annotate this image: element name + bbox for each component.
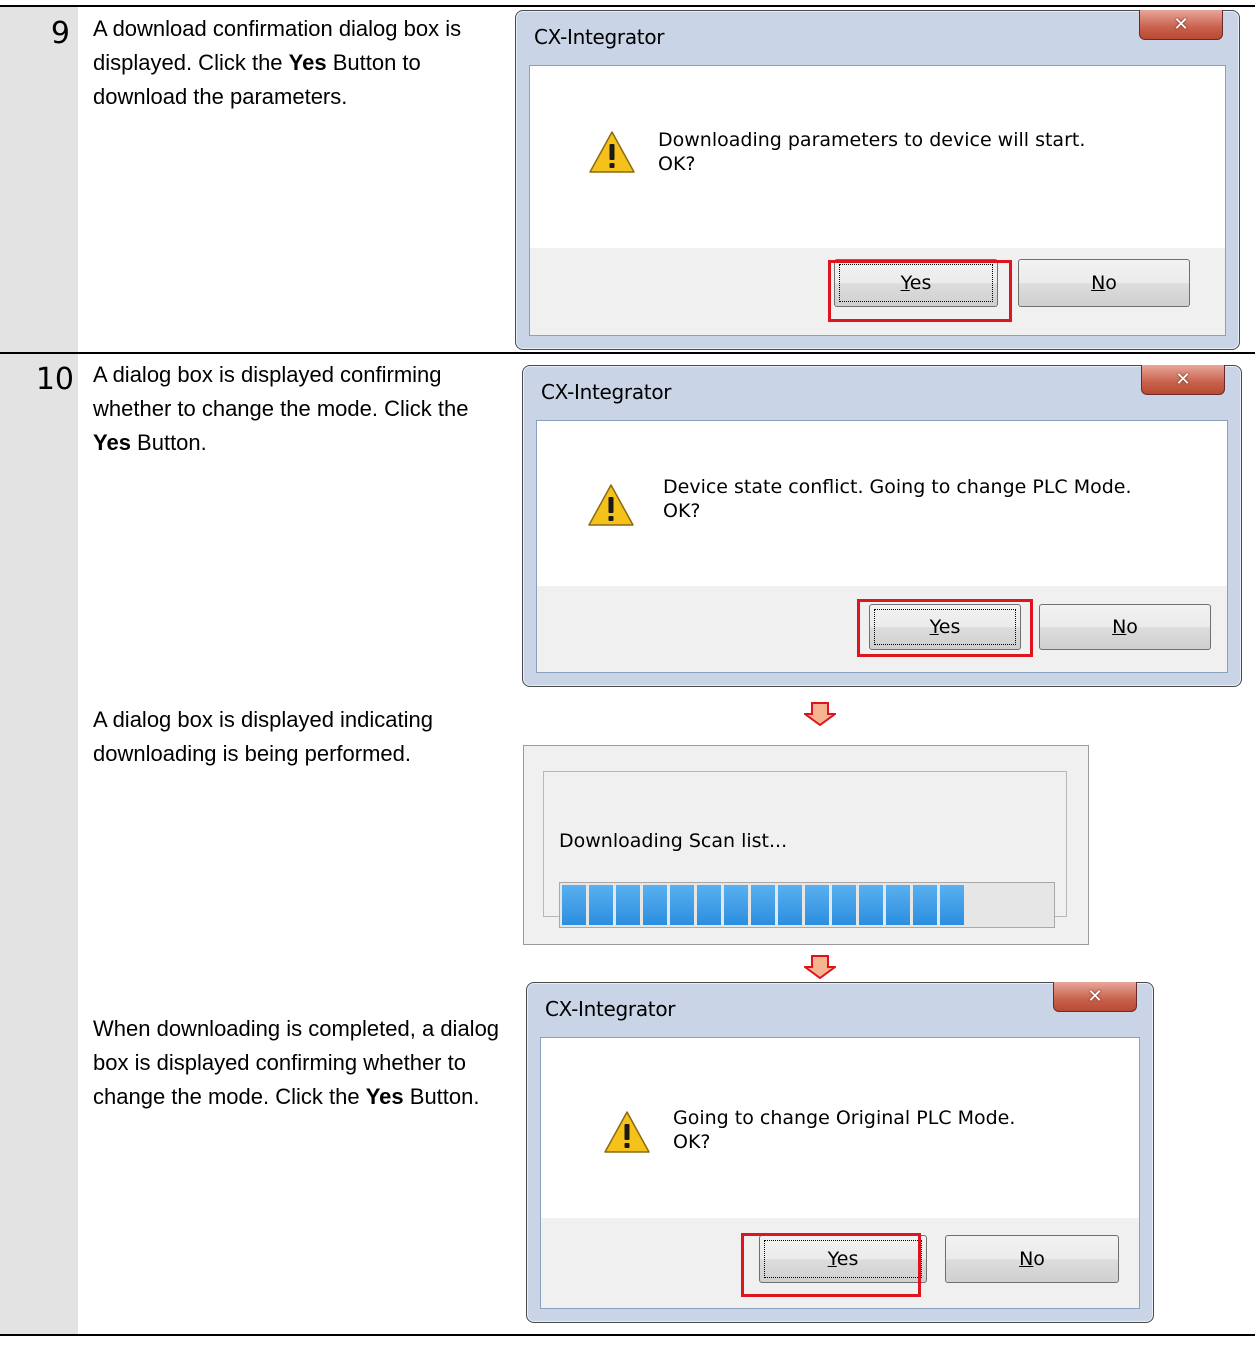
table-row-divider (0, 352, 1255, 354)
step-column (0, 354, 78, 1334)
progress-fill (562, 885, 964, 925)
progress-block (670, 885, 694, 925)
down-arrow-icon (804, 702, 836, 726)
progress-block (643, 885, 667, 925)
step-description: A dialog box is displayed indicating dow… (93, 707, 434, 766)
message-line: OK? (658, 153, 696, 175)
progress-block (940, 885, 964, 925)
no-button[interactable]: No (945, 1235, 1119, 1283)
step-column (0, 7, 78, 352)
dialog-content: Device state conflict. Going to change P… (537, 421, 1227, 586)
progress-block (751, 885, 775, 925)
progress-block (859, 885, 883, 925)
close-icon: ✕ (1175, 369, 1191, 390)
message-line: Downloading parameters to device will st… (658, 129, 1086, 151)
no-label: No (1112, 616, 1138, 638)
close-button[interactable]: ✕ (1141, 365, 1225, 395)
yes-highlight (857, 599, 1033, 657)
table-bottom-rule (0, 1334, 1255, 1336)
close-button[interactable]: ✕ (1139, 10, 1223, 40)
progress-block (562, 885, 586, 925)
no-button[interactable]: No (1018, 259, 1190, 307)
no-label: No (1091, 272, 1117, 294)
message-line: Going to change Original PLC Mode. (673, 1107, 1016, 1129)
yes-highlight (741, 1233, 921, 1297)
progress-dialog: Downloading Scan list... (523, 745, 1089, 945)
step-description: A download confirmation dialog box is di… (93, 16, 462, 109)
step-number: 10 (35, 362, 74, 397)
close-button[interactable]: ✕ (1053, 982, 1137, 1012)
close-icon: ✕ (1173, 14, 1189, 35)
dialog-content: Downloading parameters to device will st… (530, 66, 1225, 248)
progress-block (913, 885, 937, 925)
progress-block (778, 885, 802, 925)
message-line: OK? (663, 500, 701, 522)
progress-block (832, 885, 856, 925)
message-line: Device state conflict. Going to change P… (663, 476, 1132, 498)
dialog-content: Going to change Original PLC Mode. OK? (541, 1038, 1139, 1218)
progress-block (805, 885, 829, 925)
dialog-title: CX-Integrator (534, 25, 665, 49)
down-arrow-icon (804, 955, 836, 979)
dialog-message: Device state conflict. Going to change P… (663, 475, 1132, 523)
confirm-dialog: CX-Integrator ✕ Downloading parameters t… (515, 10, 1240, 350)
progress-block (697, 885, 721, 925)
step-description: When downloading is completed, a dialog … (93, 1016, 500, 1109)
warning-icon (589, 131, 635, 173)
message-line: OK? (673, 1131, 711, 1153)
warning-icon (588, 484, 634, 526)
warning-icon (604, 1111, 650, 1153)
step-number: 9 (50, 16, 70, 51)
dialog-message: Going to change Original PLC Mode. OK? (673, 1106, 1015, 1154)
dialog-title: CX-Integrator (545, 997, 676, 1021)
no-label: No (1019, 1248, 1045, 1270)
progress-label: Downloading Scan list... (559, 830, 788, 852)
mode-change-dialog: CX-Integrator ✕ Device state conflict. G… (522, 365, 1242, 687)
dialog-message: Downloading parameters to device will st… (658, 128, 1085, 176)
progress-frame: Downloading Scan list... (543, 771, 1067, 928)
progress-bar (559, 882, 1055, 928)
table-top-rule (0, 5, 1255, 7)
yes-highlight (828, 260, 1012, 322)
original-mode-dialog: CX-Integrator ✕ Going to change Original… (526, 982, 1154, 1323)
progress-block (886, 885, 910, 925)
close-icon: ✕ (1087, 986, 1103, 1007)
step-description: A dialog box is displayed confirming whe… (93, 362, 469, 455)
no-button[interactable]: No (1039, 604, 1211, 650)
dialog-title: CX-Integrator (541, 380, 672, 404)
progress-block (589, 885, 613, 925)
progress-block (616, 885, 640, 925)
progress-block (724, 885, 748, 925)
